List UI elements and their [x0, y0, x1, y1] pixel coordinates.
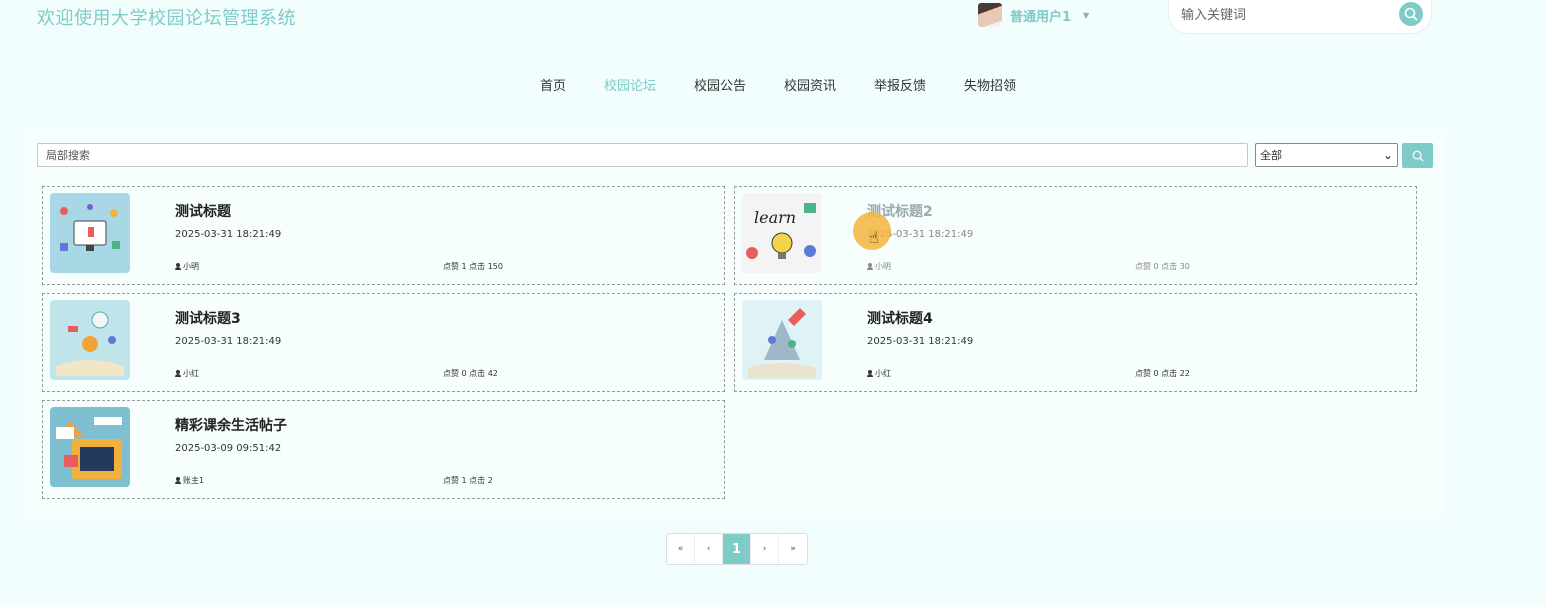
post-card[interactable]: 测试标题 2025-03-31 18:21:49 小明 点赞 1 点击 150	[42, 186, 725, 285]
next-page-button[interactable]: ›	[751, 534, 779, 564]
svg-text:learn: learn	[754, 208, 796, 227]
search-icon	[1412, 150, 1423, 161]
post-stats: 点赞 1 点击 2	[443, 476, 493, 485]
post-author: 小明	[867, 261, 891, 272]
local-search-button[interactable]	[1402, 143, 1433, 168]
header-search	[1168, 0, 1432, 34]
category-select[interactable]: 全部 ⌄	[1255, 143, 1398, 167]
post-author: 小红	[175, 368, 199, 379]
post-card[interactable]: 测试标题4 2025-03-31 18:21:49 小红 点赞 0 点击 22	[734, 293, 1417, 392]
hand-cursor-icon: ☝	[869, 228, 879, 247]
post-thumbnail: learn	[742, 193, 822, 273]
nav-news[interactable]: 校园资讯	[784, 75, 836, 94]
user-menu[interactable]: 普通用户1 ▼	[978, 3, 1089, 27]
post-thumbnail	[742, 300, 822, 380]
chevron-down-icon: ⌄	[1382, 148, 1393, 162]
post-thumbnail	[50, 193, 130, 273]
nav-notices[interactable]: 校园公告	[694, 75, 746, 94]
nav-forum[interactable]: 校园论坛	[604, 75, 656, 94]
post-time: 2025-03-31 18:21:49	[175, 229, 282, 240]
post-stats: 点赞 0 点击 42	[443, 369, 498, 378]
header-search-input[interactable]	[1181, 5, 1391, 25]
post-title[interactable]: 测试标题	[175, 201, 231, 221]
post-time: 2025-03-31 18:21:49	[867, 336, 974, 347]
post-thumbnail	[50, 407, 130, 487]
nav-lost-found[interactable]: 失物招领	[964, 75, 1016, 94]
post-author: 账主1	[175, 475, 204, 486]
post-author-name: 账主1	[183, 476, 205, 485]
user-name: 普通用户1	[1010, 9, 1072, 25]
post-author-name: 小红	[183, 369, 199, 378]
post-stats: 点赞 0 点击 30	[1135, 262, 1190, 271]
post-author-name: 小明	[875, 262, 891, 271]
post-author: 小红	[867, 368, 891, 379]
post-title[interactable]: 精彩课余生活帖子	[175, 415, 287, 435]
current-page-button[interactable]: 1	[723, 534, 751, 564]
pagination: « ‹ 1 › »	[666, 533, 808, 565]
category-select-value: 全部	[1260, 149, 1282, 162]
post-card[interactable]: 测试标题3 2025-03-31 18:21:49 小红 点赞 0 点击 42	[42, 293, 725, 392]
header-search-button[interactable]	[1399, 2, 1423, 26]
post-card[interactable]: 精彩课余生活帖子 2025-03-09 09:51:42 账主1 点赞 1 点击…	[42, 400, 725, 499]
post-title[interactable]: 测试标题4	[867, 308, 933, 328]
avatar	[978, 3, 1002, 27]
user-icon	[175, 263, 181, 270]
local-search-input[interactable]	[38, 144, 1247, 167]
post-thumbnail	[50, 300, 130, 380]
post-time: 2025-03-09 09:51:42	[175, 443, 282, 454]
post-author-name: 小红	[875, 369, 891, 378]
first-page-button[interactable]: «	[667, 534, 695, 564]
post-author-name: 小明	[183, 262, 199, 271]
nav-home[interactable]: 首页	[540, 75, 566, 94]
prev-page-button[interactable]: ‹	[695, 534, 723, 564]
caret-down-icon: ▼	[1083, 10, 1090, 20]
post-stats: 点赞 1 点击 150	[443, 262, 503, 271]
post-author: 小明	[175, 261, 199, 272]
nav-report[interactable]: 举报反馈	[874, 75, 926, 94]
last-page-button[interactable]: »	[779, 534, 807, 564]
post-card[interactable]: learn 测试标题2 2025-03-31 18:21:49 小明 点赞 0 …	[734, 186, 1417, 285]
local-search	[37, 143, 1248, 167]
site-title: 欢迎使用大学校园论坛管理系统	[37, 8, 296, 29]
user-icon	[175, 477, 181, 484]
user-icon	[867, 263, 873, 270]
post-time: 2025-03-31 18:21:49	[175, 336, 282, 347]
post-stats: 点赞 0 点击 22	[1135, 369, 1190, 378]
user-icon	[867, 370, 873, 377]
search-icon	[1404, 7, 1418, 21]
user-icon	[175, 370, 181, 377]
main-nav: 首页 校园论坛 校园公告 校园资讯 举报反馈 失物招领	[0, 75, 1546, 94]
forum-content: 全部 ⌄ 测试标题 2025-03-31 18:21:49 小明 点赞 1 点击…	[25, 131, 1444, 515]
post-title[interactable]: 测试标题3	[175, 308, 241, 328]
